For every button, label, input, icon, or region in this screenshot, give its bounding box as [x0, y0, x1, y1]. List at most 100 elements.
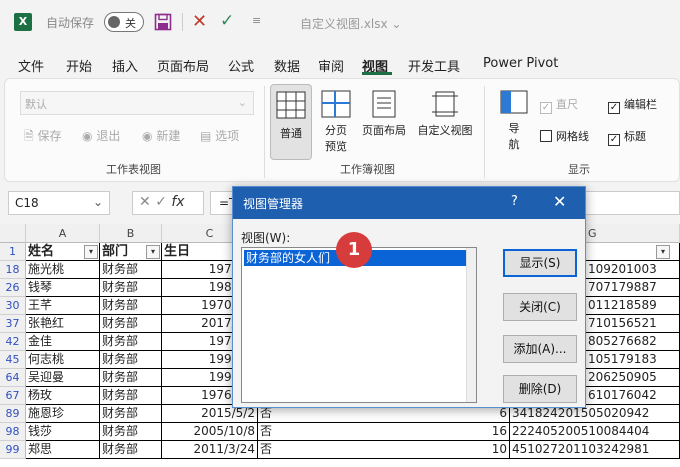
tab-home[interactable]: 开始: [66, 56, 92, 75]
customize-toolbar-icon[interactable]: ≡: [252, 14, 261, 27]
cell[interactable]: 10: [378, 441, 510, 459]
id-cell[interactable]: 451027201103242981: [510, 441, 680, 459]
custom-views-button[interactable]: 自定义视图: [414, 90, 476, 138]
save-icon[interactable]: [154, 13, 172, 31]
page-break-preview-button[interactable]: 分页 预览: [318, 90, 354, 154]
cell[interactable]: 否: [258, 423, 388, 441]
tab-power-pivot[interactable]: Power Pivot: [483, 56, 558, 71]
row-header[interactable]: 37: [0, 315, 26, 333]
view-options-button[interactable]: ▤ 选项: [200, 127, 239, 144]
name-cell[interactable]: 杨玫: [26, 387, 100, 405]
row-header[interactable]: 98: [0, 423, 26, 441]
row-header[interactable]: 1: [0, 243, 26, 261]
file-name[interactable]: 自定义视图.xlsx ⌄: [300, 15, 401, 32]
formula-controls[interactable]: ✕ ✓ fx: [132, 191, 204, 215]
enter-icon[interactable]: ✓: [155, 194, 167, 210]
sheet-view-dropdown[interactable]: 默认 ⌄: [20, 91, 254, 115]
row-header[interactable]: 89: [0, 405, 26, 423]
cell[interactable]: 否: [258, 441, 388, 459]
dept-cell[interactable]: 财务部: [100, 369, 162, 387]
autosave-toggle[interactable]: 关: [104, 12, 144, 32]
name-box[interactable]: C18 ⌄: [8, 191, 110, 215]
add-button[interactable]: 添加(A)...: [503, 335, 577, 363]
close-icon[interactable]: ✕: [553, 192, 566, 211]
show-button[interactable]: 显示(S): [503, 249, 577, 277]
enter-check-icon[interactable]: ✓: [220, 11, 234, 31]
tab-developer[interactable]: 开发工具: [408, 56, 460, 75]
tab-insert[interactable]: 插入: [112, 56, 138, 75]
keep-view-button[interactable]: 🗎 保存: [24, 127, 62, 148]
id-cell[interactable]: 710156521: [586, 315, 680, 333]
id-cell[interactable]: 109201003: [586, 261, 680, 279]
id-cell[interactable]: 206250905: [586, 369, 680, 387]
dept-cell[interactable]: 财务部: [100, 315, 162, 333]
cancel-icon[interactable]: ✕: [139, 194, 151, 210]
dept-cell[interactable]: 财务部: [100, 423, 162, 441]
name-cell[interactable]: 金佳: [26, 333, 100, 351]
tab-data[interactable]: 数据: [274, 56, 300, 75]
eye-plus-icon: ◉: [142, 129, 153, 143]
dept-cell[interactable]: 财务部: [100, 333, 162, 351]
name-cell[interactable]: 吴迎曼: [26, 369, 100, 387]
filter-dropdown-icon[interactable]: ▾: [84, 245, 98, 259]
page-layout-button[interactable]: 页面布局: [358, 90, 410, 138]
tab-file[interactable]: 文件: [18, 56, 44, 75]
listbox-scrollbar[interactable]: [466, 248, 476, 402]
row-header[interactable]: 18: [0, 261, 26, 279]
name-cell[interactable]: 施光桃: [26, 261, 100, 279]
row-header[interactable]: 67: [0, 387, 26, 405]
dept-cell[interactable]: 财务部: [100, 441, 162, 459]
name-cell[interactable]: 张艳红: [26, 315, 100, 333]
dept-cell[interactable]: 财务部: [100, 261, 162, 279]
cancel-icon[interactable]: ✕: [192, 11, 207, 32]
new-view-button[interactable]: ◉ 新建: [142, 127, 180, 144]
filter-dropdown-icon[interactable]: ▾: [656, 245, 670, 259]
ruler-checkbox[interactable]: ✓ 直尺: [540, 96, 578, 114]
id-cell[interactable]: 610176042: [586, 387, 680, 405]
row-header[interactable]: 99: [0, 441, 26, 459]
row-header[interactable]: 30: [0, 297, 26, 315]
select-all-corner[interactable]: [0, 224, 26, 243]
name-cell[interactable]: 郑思: [26, 441, 100, 459]
normal-view-button[interactable]: 普通: [270, 84, 312, 160]
name-cell[interactable]: 王芊: [26, 297, 100, 315]
dept-cell[interactable]: 财务部: [100, 279, 162, 297]
row-header[interactable]: 42: [0, 333, 26, 351]
name-cell[interactable]: 何志桃: [26, 351, 100, 369]
id-cell[interactable]: 707179887: [586, 279, 680, 297]
column-header[interactable]: B: [100, 224, 162, 243]
views-listbox[interactable]: 财务部的女人们: [241, 247, 477, 403]
exit-view-button[interactable]: ◉ 退出: [82, 127, 120, 144]
headings-checkbox[interactable]: ✓ 标题: [608, 128, 646, 146]
gridlines-checkbox[interactable]: 网格线: [540, 128, 589, 144]
id-cell[interactable]: 105179183: [586, 351, 680, 369]
name-cell[interactable]: 钱莎: [26, 423, 100, 441]
cell[interactable]: 16: [378, 423, 510, 441]
formula-bar-checkbox[interactable]: ✓ 编辑栏: [608, 96, 657, 114]
dept-cell[interactable]: 财务部: [100, 297, 162, 315]
id-cell[interactable]: 805276682: [586, 333, 680, 351]
tab-review[interactable]: 审阅: [318, 56, 344, 75]
close-button[interactable]: 关闭(C): [503, 293, 577, 321]
tab-page-layout[interactable]: 页面布局: [157, 56, 209, 75]
name-cell[interactable]: 钱琴: [26, 279, 100, 297]
birthday-cell[interactable]: 2005/10/8: [162, 423, 258, 441]
id-cell[interactable]: 222405200510084404: [510, 423, 680, 441]
delete-button[interactable]: 删除(D): [503, 375, 577, 403]
dept-cell[interactable]: 财务部: [100, 387, 162, 405]
help-icon[interactable]: ?: [511, 194, 518, 209]
row-header[interactable]: 64: [0, 369, 26, 387]
formula-bar-label: 编辑栏: [624, 98, 657, 111]
column-header[interactable]: A: [26, 224, 100, 243]
function-icon[interactable]: fx: [171, 194, 184, 210]
filter-active-icon[interactable]: ▾: [146, 245, 160, 259]
name-cell[interactable]: 施恩珍: [26, 405, 100, 423]
tab-formulas[interactable]: 公式: [228, 56, 254, 75]
row-header[interactable]: 45: [0, 351, 26, 369]
birthday-cell[interactable]: 2011/3/24: [162, 441, 258, 459]
dept-cell[interactable]: 财务部: [100, 405, 162, 423]
navigation-button[interactable]: 导 航: [496, 90, 532, 152]
id-cell[interactable]: 011218589: [586, 297, 680, 315]
row-header[interactable]: 26: [0, 279, 26, 297]
dept-cell[interactable]: 财务部: [100, 351, 162, 369]
